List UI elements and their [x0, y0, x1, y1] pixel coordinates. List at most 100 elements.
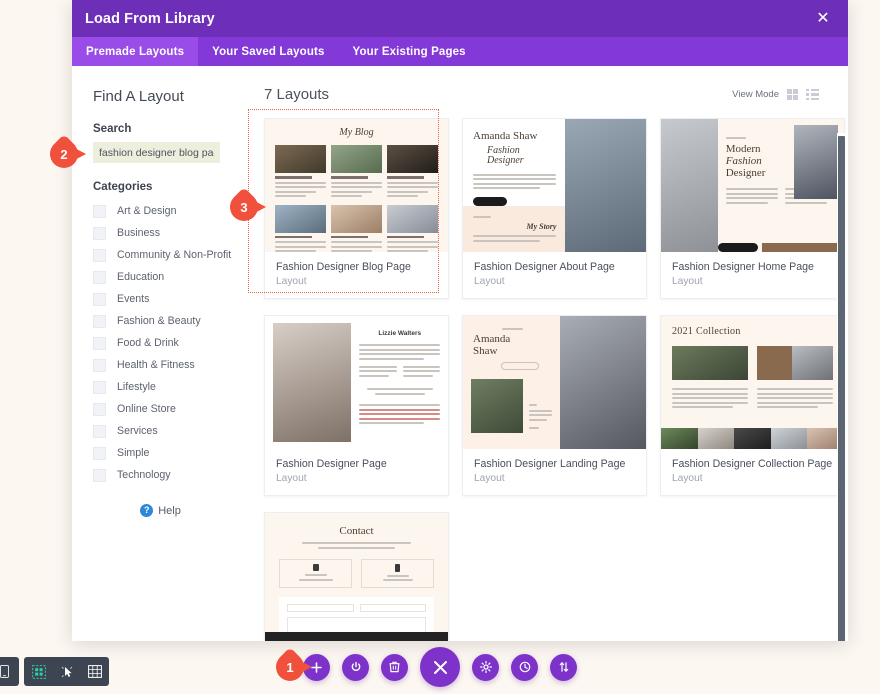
category-technology[interactable]: Technology	[93, 464, 248, 486]
layout-count: 7 Layouts	[264, 86, 329, 103]
tab-your-existing-pages[interactable]: Your Existing Pages	[339, 37, 480, 66]
checkbox-icon[interactable]	[93, 205, 106, 218]
checkbox-icon[interactable]	[93, 425, 106, 438]
layout-card-designer-page[interactable]: Lizzie Walters	[264, 315, 449, 496]
click-view-icon[interactable]	[59, 664, 74, 679]
layout-card-blog-page[interactable]: My Blog	[264, 118, 449, 299]
thumb-footer: My Story	[473, 222, 556, 231]
help-icon: ?	[140, 504, 153, 517]
layout-card-meta: Fashion Designer Blog Page Layout	[265, 252, 448, 298]
categories-label: Categories	[93, 181, 248, 193]
search-label: Search	[93, 123, 248, 135]
scrollbar-thumb[interactable]	[838, 136, 845, 641]
category-art-design[interactable]: Art & Design	[93, 200, 248, 222]
checkbox-icon[interactable]	[93, 315, 106, 328]
modal-body: Find A Layout Search Categories Art & De…	[72, 66, 848, 641]
annotation-number: 1	[276, 653, 304, 681]
category-events[interactable]: Events	[93, 288, 248, 310]
builder-bottom-bar	[0, 640, 880, 694]
layout-card-about-page[interactable]: Amanda Shaw Fashion Designer My Story	[462, 118, 647, 299]
category-education[interactable]: Education	[93, 266, 248, 288]
category-label: Services	[117, 425, 158, 437]
category-simple[interactable]: Simple	[93, 442, 248, 464]
layout-card-title: Fashion Designer Page	[276, 458, 437, 470]
checkbox-icon[interactable]	[93, 447, 106, 460]
layout-card-subtitle: Layout	[276, 473, 437, 484]
layout-card-home-page[interactable]: Modern Fashion Designer	[660, 118, 845, 299]
category-community-non-profit[interactable]: Community & Non-Profit	[93, 244, 248, 266]
category-fashion-beauty[interactable]: Fashion & Beauty	[93, 310, 248, 332]
layout-card-subtitle: Layout	[474, 473, 635, 484]
tab-your-saved-layouts[interactable]: Your Saved Layouts	[198, 37, 338, 66]
modal-tabs: Premade Layouts Your Saved Layouts Your …	[72, 37, 848, 66]
annotation-number: 3	[230, 193, 258, 221]
view-mode-label: View Mode	[732, 89, 779, 100]
checkbox-icon[interactable]	[93, 249, 106, 262]
layout-card-landing-page[interactable]: Amanda Shaw	[462, 315, 647, 496]
categories-list: Art & Design Business Community & Non-Pr…	[93, 200, 248, 486]
category-lifestyle[interactable]: Lifestyle	[93, 376, 248, 398]
left-toolbar	[0, 657, 109, 686]
layouts-panel: 7 Layouts View Mode	[248, 66, 848, 641]
close-builder-button[interactable]	[420, 647, 460, 687]
layout-thumbnail: Amanda Shaw Fashion Designer My Story	[463, 119, 646, 252]
checkbox-icon[interactable]	[93, 381, 106, 394]
layout-card-meta: Fashion Designer About Page Layout	[463, 252, 646, 298]
close-icon[interactable]: ✕	[812, 8, 834, 30]
category-food-drink[interactable]: Food & Drink	[93, 332, 248, 354]
category-label: Online Store	[117, 403, 176, 415]
category-label: Lifestyle	[117, 381, 156, 393]
layout-card-title: Fashion Designer About Page	[474, 261, 635, 273]
thumb-subheading: Fashion Designer	[487, 146, 556, 167]
checkbox-icon[interactable]	[93, 293, 106, 306]
layout-thumbnail: 2021 Collection	[661, 316, 844, 449]
layout-card-meta: Fashion Designer Page Layout	[265, 449, 448, 495]
checkbox-icon[interactable]	[93, 403, 106, 416]
checkbox-icon[interactable]	[93, 469, 106, 482]
grid-view-icon[interactable]	[87, 664, 102, 679]
thumb-heading: My Blog	[275, 127, 438, 138]
category-online-store[interactable]: Online Store	[93, 398, 248, 420]
sort-button[interactable]	[550, 654, 577, 681]
layout-card-collection-page[interactable]: 2021 Collection	[660, 315, 845, 496]
power-toggle-button[interactable]	[342, 654, 369, 681]
category-business[interactable]: Business	[93, 222, 248, 244]
layout-card-title: Fashion Designer Home Page	[672, 261, 833, 273]
checkbox-icon[interactable]	[93, 227, 106, 240]
thumb-heading: 2021 Collection	[672, 326, 833, 337]
layout-thumbnail: My Blog	[265, 119, 448, 252]
page-title: Load From Library	[85, 11, 215, 27]
delete-button[interactable]	[381, 654, 408, 681]
wireframe-view-icon[interactable]	[31, 664, 46, 679]
category-label: Events	[117, 293, 149, 305]
load-from-library-modal: Load From Library ✕ Premade Layouts Your…	[72, 0, 848, 641]
category-services[interactable]: Services	[93, 420, 248, 442]
history-button[interactable]	[511, 654, 538, 681]
layout-card-contact-page[interactable]: Contact	[264, 512, 449, 641]
layouts-grid: My Blog	[260, 118, 826, 641]
thumb-subheading: Shaw	[473, 346, 552, 358]
layout-card-subtitle: Layout	[672, 473, 833, 484]
mobile-view-icon[interactable]	[0, 664, 12, 679]
category-label: Simple	[117, 447, 149, 459]
checkbox-icon[interactable]	[93, 359, 106, 372]
view-toolbar-group	[24, 657, 109, 686]
checkbox-icon[interactable]	[93, 271, 106, 284]
help-link[interactable]: ? Help	[93, 504, 228, 517]
layout-card-title: Fashion Designer Blog Page	[276, 261, 437, 273]
settings-button[interactable]	[472, 654, 499, 681]
layout-card-title: Fashion Designer Collection Page	[672, 458, 833, 470]
builder-page: Load From Library ✕ Premade Layouts Your…	[0, 0, 880, 694]
checkbox-icon[interactable]	[93, 337, 106, 350]
tab-premade-layouts[interactable]: Premade Layouts	[72, 37, 198, 66]
grid-view-icon[interactable]	[787, 89, 799, 100]
thumb-heading: Lizzie Walters	[359, 330, 440, 337]
list-view-icon[interactable]	[806, 89, 819, 100]
category-health-fitness[interactable]: Health & Fitness	[93, 354, 248, 376]
search-input[interactable]	[93, 142, 220, 163]
category-label: Technology	[117, 469, 171, 481]
layout-card-subtitle: Layout	[474, 276, 635, 287]
layout-card-meta: Fashion Designer Collection Page Layout	[661, 449, 844, 495]
modal-header: Load From Library ✕	[72, 0, 848, 37]
layout-thumbnail: Amanda Shaw	[463, 316, 646, 449]
